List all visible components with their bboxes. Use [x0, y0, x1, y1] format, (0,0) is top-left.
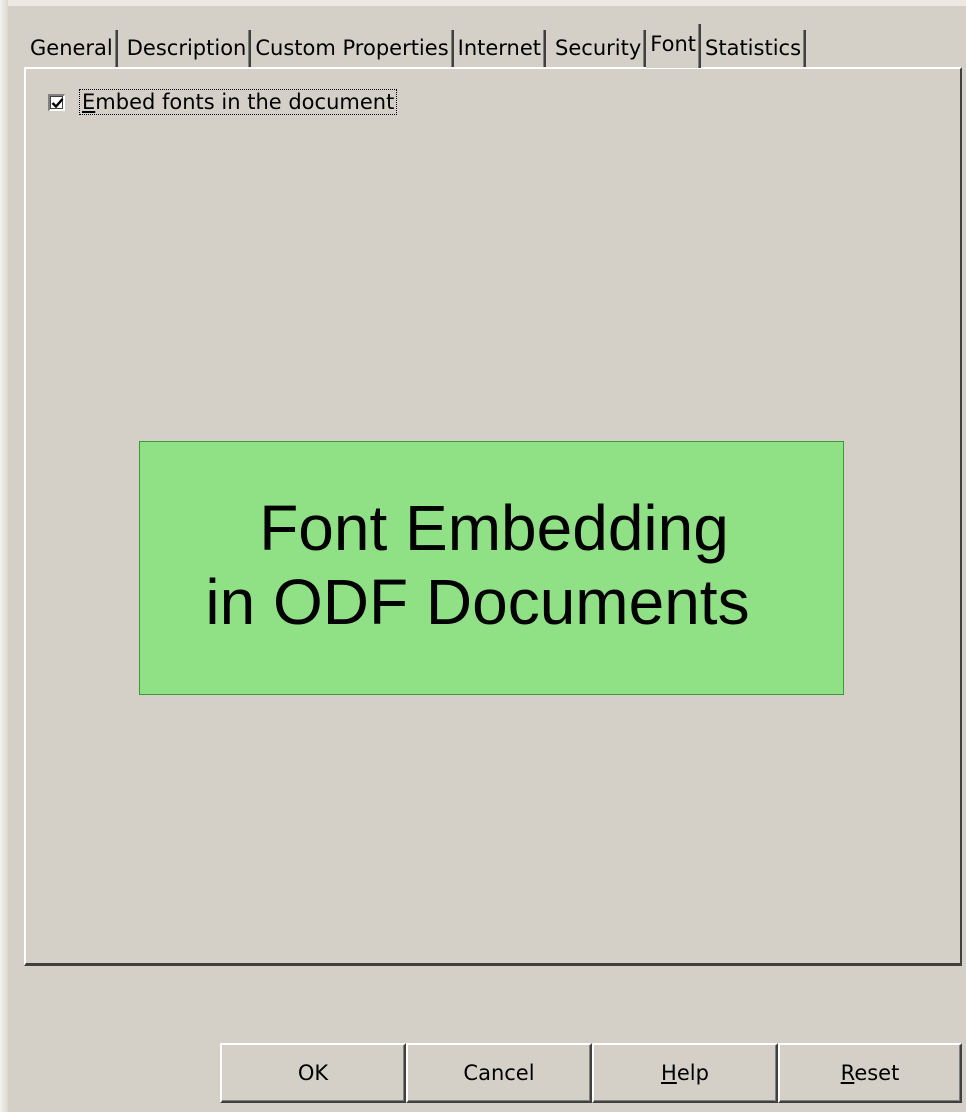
tab-internet[interactable]: Internet	[454, 30, 547, 68]
reset-button[interactable]: Reset	[778, 1043, 962, 1103]
embed-fonts-label: Embed fonts in the document	[79, 89, 398, 115]
ok-button-label: OK	[297, 1061, 329, 1085]
embed-fonts-option[interactable]: Embed fonts in the document	[48, 89, 398, 115]
check-icon	[51, 97, 64, 108]
overlay-title-line-1: Font Embedding	[259, 492, 729, 564]
window-left-edge	[0, 0, 8, 1112]
window-top-edge	[0, 0, 966, 6]
ok-button[interactable]: OK	[220, 1043, 406, 1103]
title-overlay: Font Embedding in ODF Documents	[139, 441, 844, 695]
cancel-button[interactable]: Cancel	[406, 1043, 592, 1103]
help-button[interactable]: Help	[592, 1043, 778, 1103]
cancel-button-label: Cancel	[463, 1061, 535, 1085]
help-button-label: Help	[661, 1061, 709, 1085]
embed-fonts-checkbox[interactable]	[48, 93, 65, 111]
tab-font[interactable]: Font	[646, 24, 702, 68]
tab-strip: General Description Custom Properties In…	[28, 24, 807, 68]
tab-security[interactable]: Security	[551, 30, 647, 68]
tab-general[interactable]: General	[28, 30, 118, 68]
overlay-title-line-2: in ODF Documents	[205, 566, 750, 638]
tab-description[interactable]: Description	[123, 30, 252, 68]
tab-statistics[interactable]: Statistics	[701, 30, 807, 68]
reset-button-label: Reset	[840, 1061, 900, 1085]
tab-custom-properties[interactable]: Custom Properties	[251, 30, 454, 68]
